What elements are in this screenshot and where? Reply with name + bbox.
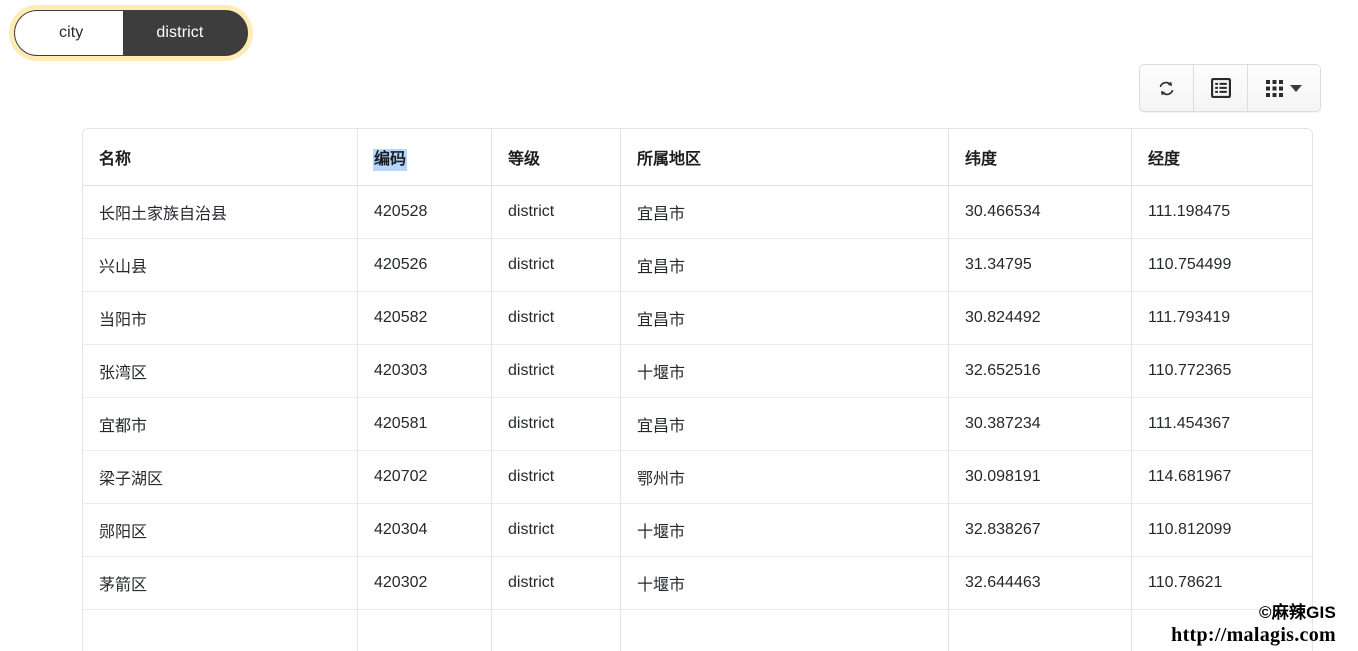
level-toggle-label: city [59, 24, 84, 41]
column-header-label: 等级 [508, 151, 541, 168]
cell-code: 420303 [358, 345, 492, 398]
column-header-lng[interactable]: 经度 [1132, 129, 1312, 186]
cell-name: 长阳土家族自治县 [83, 186, 358, 239]
column-header-level[interactable]: 等级 [492, 129, 621, 186]
level-toggle-group: city district [14, 10, 249, 56]
cell-level: district [492, 239, 621, 292]
cell-lng: 110.812099 [1132, 504, 1312, 557]
cell-lng: 111.793419 [1132, 292, 1312, 345]
cell-name: 兴山县 [83, 239, 358, 292]
cell-area: 十堰市 [621, 345, 949, 398]
cell-lng: 110.754499 [1132, 239, 1312, 292]
table-body: 长阳土家族自治县 420528 district 宜昌市 30.466534 111.19… [83, 186, 1312, 651]
cell-area: 宜昌市 [621, 398, 949, 451]
cell-lat: 30.466534 [949, 186, 1132, 239]
cell-lng: 110.78621 [1132, 557, 1312, 610]
column-header-label: 所属地区 [637, 151, 702, 168]
table-head: 名称 编码 等级 所属地区 纬度 经度 [83, 129, 1312, 186]
cell-level: district [492, 557, 621, 610]
cell-lng: 111.454367 [1132, 398, 1312, 451]
column-chooser-button[interactable] [1248, 65, 1320, 111]
cell-level: district [492, 292, 621, 345]
cell-area [621, 610, 949, 651]
cell-level: district [492, 398, 621, 451]
cell-lat: 30.824492 [949, 292, 1132, 345]
column-header-label: 经度 [1148, 151, 1181, 168]
cell-name: 张湾区 [83, 345, 358, 398]
table-row[interactable]: 当阳市 420582 district 宜昌市 30.824492 111.793419 [83, 292, 1312, 345]
cell-area: 十堰市 [621, 557, 949, 610]
cell-code: 420304 [358, 504, 492, 557]
column-header-label: 名称 [99, 151, 132, 168]
table-row[interactable] [83, 610, 1312, 651]
cell-level: district [492, 186, 621, 239]
column-header-area[interactable]: 所属地区 [621, 129, 949, 186]
level-toggle-option-district[interactable]: district [123, 10, 249, 56]
table-row[interactable]: 宜都市 420581 district 宜昌市 30.387234 111.454367 [83, 398, 1312, 451]
cell-lat: 32.644463 [949, 557, 1132, 610]
cell-area: 鄂州市 [621, 451, 949, 504]
grid-columns-icon [1266, 79, 1283, 97]
cell-lng [1132, 610, 1312, 651]
cell-lat: 30.098191 [949, 451, 1132, 504]
cell-name: 茅箭区 [83, 557, 358, 610]
cell-code: 420526 [358, 239, 492, 292]
cell-level [492, 610, 621, 651]
cell-lng: 114.681967 [1132, 451, 1312, 504]
column-header-label: 纬度 [965, 151, 998, 168]
cell-code: 420302 [358, 557, 492, 610]
cell-level: district [492, 345, 621, 398]
table-row[interactable]: 兴山县 420526 district 宜昌市 31.34795 110.754499 [83, 239, 1312, 292]
table-row[interactable]: 茅箭区 420302 district 十堰市 32.644463 110.78621 [83, 557, 1312, 610]
cell-lng: 111.198475 [1132, 186, 1312, 239]
cell-code [358, 610, 492, 651]
column-header-code[interactable]: 编码 [358, 129, 492, 186]
cell-name: 梁子湖区 [83, 451, 358, 504]
cell-level: district [492, 504, 621, 557]
cell-code: 420582 [358, 292, 492, 345]
cell-code: 420528 [358, 186, 492, 239]
caret-down-icon [1290, 84, 1302, 92]
table-row[interactable]: 郧阳区 420304 district 十堰市 32.838267 110.812099 [83, 504, 1312, 557]
list-view-button[interactable] [1194, 65, 1248, 111]
level-toggle-option-city[interactable]: city [14, 10, 124, 56]
cell-lat: 30.387234 [949, 398, 1132, 451]
column-header-name[interactable]: 名称 [83, 129, 358, 186]
cell-name [83, 610, 358, 651]
table-toolbar [1139, 64, 1321, 112]
cell-lng: 110.772365 [1132, 345, 1312, 398]
cell-area: 十堰市 [621, 504, 949, 557]
view-level-toggle-container: city district [14, 10, 249, 56]
cell-name: 郧阳区 [83, 504, 358, 557]
cell-lat: 32.652516 [949, 345, 1132, 398]
refresh-button[interactable] [1140, 65, 1194, 111]
cell-lat: 31.34795 [949, 239, 1132, 292]
cell-area: 宜昌市 [621, 239, 949, 292]
table-row[interactable]: 张湾区 420303 district 十堰市 32.652516 110.772365 [83, 345, 1312, 398]
refresh-icon [1157, 79, 1176, 98]
cell-name: 当阳市 [83, 292, 358, 345]
cell-area: 宜昌市 [621, 186, 949, 239]
data-table-container: 名称 编码 等级 所属地区 纬度 经度 长阳土家族自治县 420528 district 宜昌市… [82, 128, 1313, 651]
table-header-row: 名称 编码 等级 所属地区 纬度 经度 [83, 129, 1312, 186]
cell-code: 420581 [358, 398, 492, 451]
column-header-lat[interactable]: 纬度 [949, 129, 1132, 186]
cell-area: 宜昌市 [621, 292, 949, 345]
cell-lat [949, 610, 1132, 651]
cell-name: 宜都市 [83, 398, 358, 451]
cell-code: 420702 [358, 451, 492, 504]
table-row[interactable]: 梁子湖区 420702 district 鄂州市 30.098191 114.681967 [83, 451, 1312, 504]
list-view-icon [1210, 78, 1231, 98]
column-header-label: 编码 [373, 149, 408, 171]
cell-level: district [492, 451, 621, 504]
table-row[interactable]: 长阳土家族自治县 420528 district 宜昌市 30.466534 111.19… [83, 186, 1312, 239]
level-toggle-label: district [156, 24, 204, 41]
district-data-table: 名称 编码 等级 所属地区 纬度 经度 长阳土家族自治县 420528 district 宜昌市… [82, 128, 1313, 651]
cell-lat: 32.838267 [949, 504, 1132, 557]
